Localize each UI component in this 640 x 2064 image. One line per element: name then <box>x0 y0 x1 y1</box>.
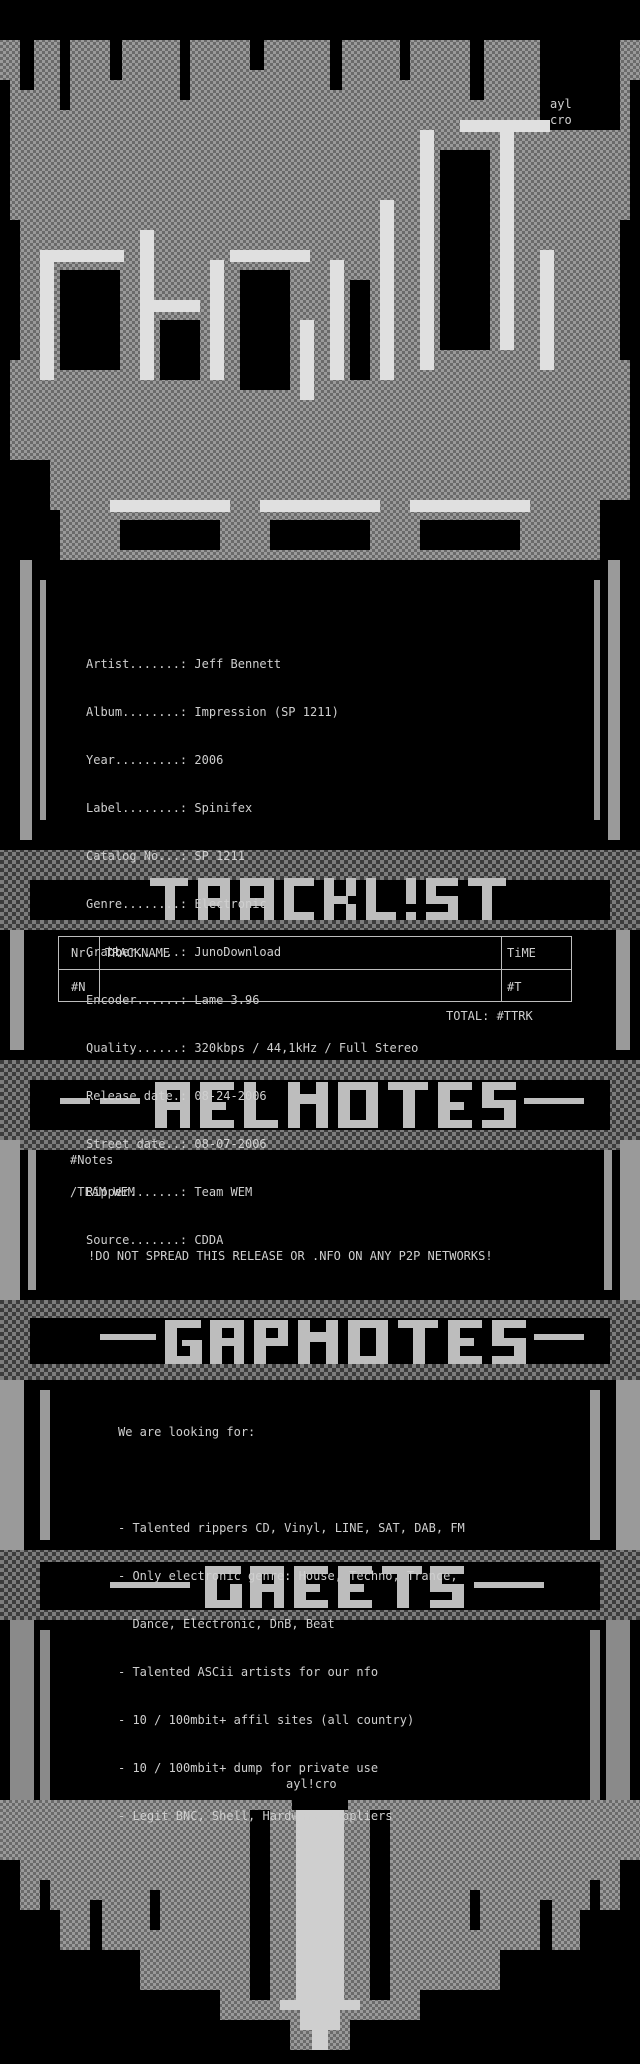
info-row-release-date: Release date.: 08-24-2006 <box>86 1088 418 1104</box>
info-value: 08-07-2006 <box>194 1137 267 1151</box>
signature-top-line-1: ayl <box>550 97 572 111</box>
grpnotes-item: - 10 / 100mbit+ dump for private use <box>118 1761 379 1775</box>
grpnotes-banner <box>0 1300 640 1380</box>
grpnotes-item: - Legit BNC, Shell, Hardware suppliers <box>118 1809 393 1823</box>
info-label: Source.......: <box>86 1233 188 1247</box>
info-row-label: Label........: Spinifex <box>86 800 418 816</box>
info-row-year: Year.........: 2006 <box>86 752 418 768</box>
signature-top-line-2: cro <box>550 113 572 127</box>
info-value: Electronic <box>194 897 267 911</box>
grpnotes-spacer <box>118 1472 465 1488</box>
table-divider <box>59 969 571 970</box>
info-label: Quality......: <box>86 1041 188 1055</box>
info-label: Street date..: <box>86 1137 188 1151</box>
info-row-street-date: Street date..: 08-07-2006 <box>86 1136 418 1152</box>
info-label: Release date.: <box>86 1089 188 1103</box>
info-row-album: Album........: Impression (SP 1211) <box>86 704 418 720</box>
grpnotes-body: We are looking for: - Talented rippers C… <box>118 1392 465 1840</box>
info-value: Jeff Bennett <box>194 657 282 671</box>
grpnotes-item: Dance, Electronic, DnB, Beat <box>118 1617 335 1631</box>
info-label: Artist.......: <box>86 657 188 671</box>
info-value: SP 1211 <box>194 849 245 863</box>
info-value: 320kbps / 44,1kHz / Full Stereo <box>194 1041 419 1055</box>
header-time: TiME <box>507 946 536 960</box>
info-row-artist: Artist.......: Jeff Bennett <box>86 656 418 672</box>
info-value: CDDA <box>194 1233 224 1247</box>
info-label: Album........: <box>86 705 188 719</box>
info-row-catalog: Catalog No...: SP 1211 <box>86 848 418 864</box>
track-nr: #N <box>71 980 86 994</box>
info-row-quality: Quality......: 320kbps / 44,1kHz / Full … <box>86 1040 418 1056</box>
tracklist-table: Nr. TRACKNAME TiME #N #T <box>58 936 572 1002</box>
grpnotes-item: - Talented rippers CD, Vinyl, LINE, SAT,… <box>118 1521 465 1535</box>
info-row-ripper: Ripper.......: Team WEM <box>86 1184 418 1200</box>
p2p-warning: !DO NOT SPREAD THIS RELEASE OR .NFO ON A… <box>88 1249 493 1263</box>
info-label: Label........: <box>86 801 188 815</box>
info-label: Year.........: <box>86 753 188 767</box>
header-nr: Nr. <box>71 946 93 960</box>
info-value: Team WEM <box>194 1185 253 1199</box>
grpnotes-intro: We are looking for: <box>118 1425 256 1439</box>
track-time: #T <box>507 980 522 994</box>
grpnotes-item: - Talented ASCii artists for our nfo <box>118 1665 379 1679</box>
info-value: Impression (SP 1211) <box>194 705 339 719</box>
signature-bottom: ayl!cro <box>286 1777 337 1791</box>
grpnotes-item: - Only electronic genre: House, Techno, … <box>118 1569 458 1583</box>
info-value: 08-24-2006 <box>194 1089 267 1103</box>
grpnotes-item: - 10 / 100mbit+ affil sites (all country… <box>118 1713 415 1727</box>
info-label: Catalog No...: <box>86 849 188 863</box>
relnotes-notes: #Notes <box>70 1153 114 1167</box>
info-row-source: Source.......: CDDA <box>86 1232 418 1248</box>
tracklist-total: TOTAL: #TTRK <box>446 1009 533 1023</box>
info-label: Genre........: <box>86 897 188 911</box>
signature-top: ayl cro <box>550 96 572 128</box>
info-row-genre: Genre........: Electronic <box>86 896 418 912</box>
info-value: 2006 <box>194 753 224 767</box>
relnotes-signoff: /TEAM WEM <box>70 1185 136 1199</box>
info-value: Spinifex <box>194 801 253 815</box>
header-trackname: TRACKNAME <box>105 946 171 960</box>
